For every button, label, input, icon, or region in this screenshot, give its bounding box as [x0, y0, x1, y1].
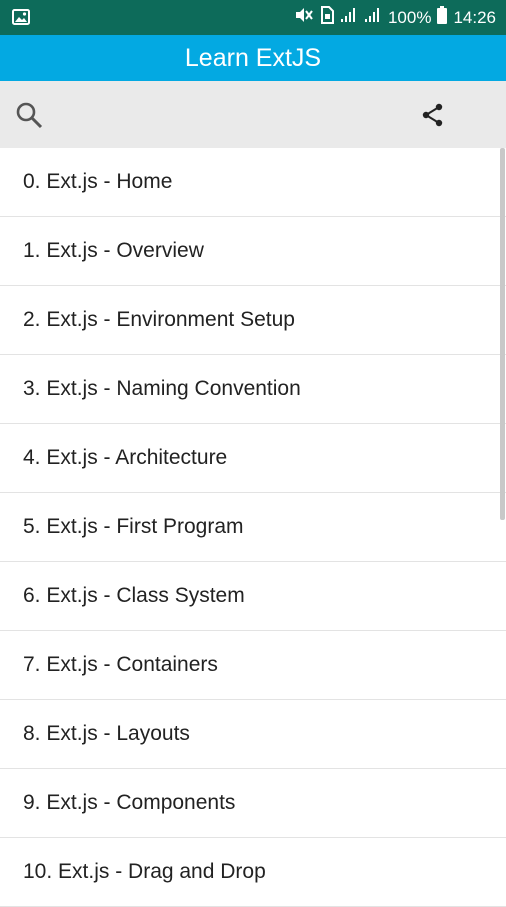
list-item-label: 10. Ext.js - Drag and Drop — [23, 860, 266, 883]
app-title: Learn ExtJS — [184, 43, 322, 72]
list-item[interactable]: 4. Ext.js - Architecture — [0, 424, 506, 493]
list-item-label: 1. Ext.js - Overview — [23, 239, 204, 262]
sim-icon — [320, 6, 334, 29]
list-item-label: 2. Ext.js - Environment Setup — [23, 308, 295, 331]
status-bar: 100% 14:26 — [0, 0, 506, 35]
list-item[interactable]: 2. Ext.js - Environment Setup — [0, 286, 506, 355]
app-bar: Learn ExtJS — [0, 35, 506, 81]
signal-icon — [340, 7, 358, 28]
list-item-label: 9. Ext.js - Components — [23, 791, 236, 814]
list-item[interactable]: 8. Ext.js - Layouts — [0, 700, 506, 769]
list-item[interactable]: 7. Ext.js - Containers — [0, 631, 506, 700]
list-item-label: 5. Ext.js - First Program — [23, 515, 244, 538]
search-icon[interactable] — [14, 100, 44, 130]
battery-percentage: 100% — [387, 7, 432, 27]
battery-icon — [437, 6, 448, 29]
list-item[interactable]: 3. Ext.js - Naming Convention — [0, 355, 506, 424]
list-item[interactable]: 9. Ext.js - Components — [0, 769, 506, 838]
list-item-label: 8. Ext.js - Layouts — [23, 722, 190, 745]
chapter-list: 0. Ext.js - Home 1. Ext.js - Overview 2.… — [0, 148, 506, 907]
toolbar — [0, 81, 506, 148]
list-item[interactable]: 0. Ext.js - Home — [0, 148, 506, 217]
list-item-label: 6. Ext.js - Class System — [23, 584, 245, 607]
list-item[interactable]: 1. Ext.js - Overview — [0, 217, 506, 286]
signal-icon — [364, 7, 382, 28]
list-item[interactable]: 5. Ext.js - First Program — [0, 493, 506, 562]
status-icons: 100% 14:26 — [294, 0, 496, 35]
scrollbar-thumb[interactable] — [500, 148, 505, 520]
mute-icon — [294, 6, 314, 29]
image-icon — [12, 9, 30, 30]
list-item-label: 7. Ext.js - Containers — [23, 653, 218, 676]
list-item-label: 4. Ext.js - Architecture — [23, 446, 228, 469]
clock: 14:26 — [453, 7, 496, 27]
list-item[interactable]: 10. Ext.js - Drag and Drop — [0, 838, 506, 907]
list-item-label: 3. Ext.js - Naming Convention — [23, 377, 301, 400]
list-item[interactable]: 6. Ext.js - Class System — [0, 562, 506, 631]
list-item-label: 0. Ext.js - Home — [23, 170, 173, 193]
share-icon[interactable] — [419, 101, 447, 129]
